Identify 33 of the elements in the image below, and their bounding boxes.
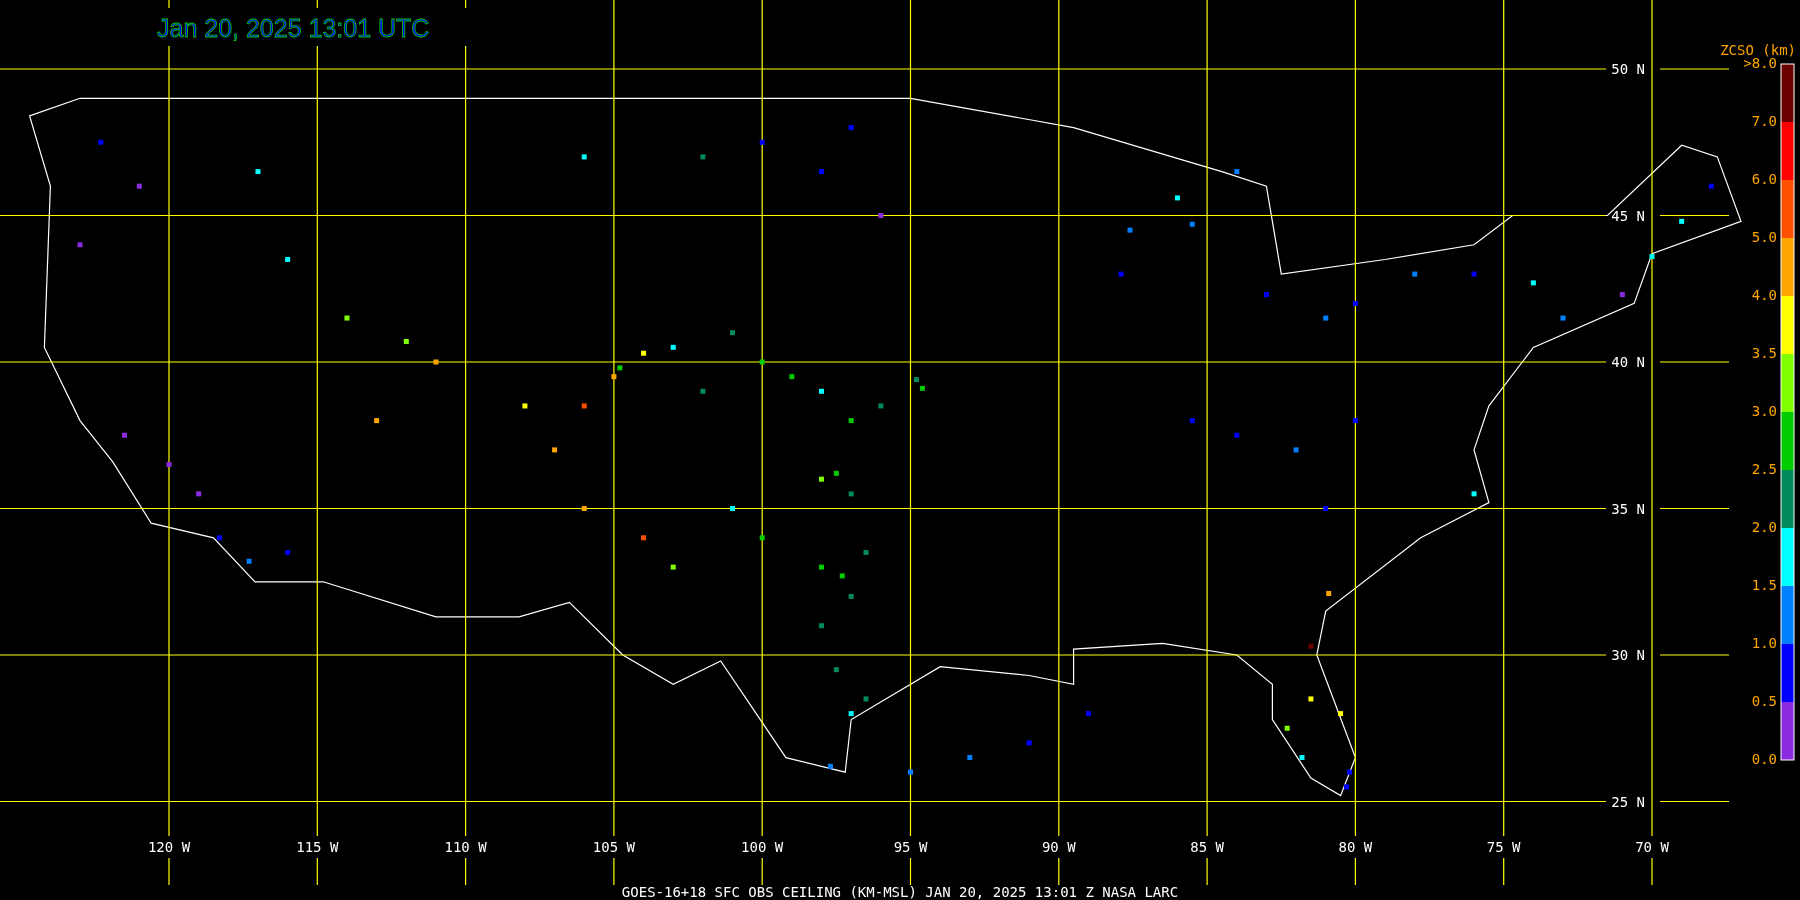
scale-label: 6.0	[1751, 171, 1777, 187]
longitude-label: 85 W	[1190, 839, 1224, 855]
latitude-label: 45 N	[1611, 207, 1645, 224]
longitude-label: 100 W	[741, 839, 784, 855]
scale-label: 2.0	[1751, 519, 1777, 535]
scale-label: 2.5	[1751, 461, 1777, 477]
map-title: Jan 20, 2025 13:01 UTC	[157, 14, 430, 42]
latitude-label: 50 N	[1611, 61, 1645, 77]
longitude-label: 90 W	[1041, 839, 1076, 855]
scale-label: 1.0	[1751, 635, 1777, 651]
longitude-label: 80 W	[1338, 839, 1373, 855]
scale-label: 1.5	[1751, 577, 1777, 593]
latitude-label: 35 N	[1611, 500, 1645, 517]
scale-label: 3.0	[1751, 403, 1777, 419]
longitude-label: 110 W	[444, 839, 487, 855]
latitude-label: 30 N	[1611, 647, 1645, 663]
scale-label: >8.0	[1743, 55, 1777, 71]
scale-label: 4.0	[1751, 287, 1777, 303]
map-caption: GOES-16+18 SFC OBS CEILING (KM-MSL) JAN 20, 2025 13:01 Z NASA LARC	[621, 884, 1179, 900]
longitude-label: 115 W	[296, 839, 339, 855]
latitude-label: 25 N	[1611, 793, 1645, 810]
scale-label: 5.0	[1751, 229, 1777, 245]
scale-label: 0.0	[1751, 751, 1777, 767]
legend-title: ZCSO (km)	[1720, 42, 1796, 58]
scale-label: 7.0	[1751, 113, 1777, 129]
scale-label: 0.5	[1751, 693, 1777, 709]
longitude-label: 120 W	[147, 839, 191, 855]
longitude-label: 105 W	[592, 839, 635, 855]
longitude-label: 95 W	[893, 839, 928, 855]
scale-label: 3.5	[1751, 345, 1777, 361]
longitude-label: 75 W	[1486, 839, 1521, 855]
latitude-label: 40 N	[1611, 354, 1645, 370]
longitude-label: 70 W	[1635, 839, 1669, 855]
